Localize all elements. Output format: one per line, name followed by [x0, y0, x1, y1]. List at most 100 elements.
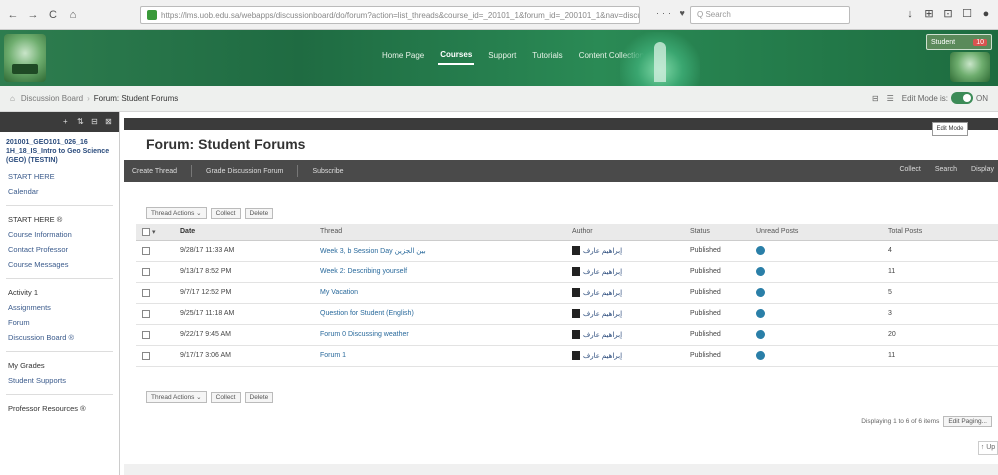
- column-header-date[interactable]: Date: [174, 224, 314, 241]
- bulk-actions-top: Thread Actions ⌄ Collect Delete: [146, 207, 274, 219]
- column-header-thread[interactable]: Thread: [314, 224, 566, 241]
- collect-bulk-button[interactable]: Collect: [210, 391, 241, 403]
- row-checkbox[interactable]: [142, 288, 150, 297]
- row-checkbox[interactable]: [142, 351, 150, 360]
- column-header-total[interactable]: Total Posts: [882, 224, 998, 241]
- user-menu[interactable]: Student 10: [926, 34, 992, 50]
- new-window-icon[interactable]: ⊠: [105, 118, 113, 126]
- create-thread-button[interactable]: Create Thread: [132, 168, 177, 175]
- table-row: 9/22/17 9:45 AM Forum 0 Discussing weath…: [136, 324, 998, 346]
- forward-icon[interactable]: →: [26, 8, 40, 22]
- course-menu-item[interactable]: Calendar: [0, 184, 119, 199]
- folder-view-icon[interactable]: ⊟: [91, 118, 99, 126]
- column-header-unread[interactable]: Unread Posts: [750, 224, 882, 241]
- unread-icon[interactable]: [756, 330, 765, 339]
- unread-icon[interactable]: [756, 246, 765, 255]
- unread-icon[interactable]: [756, 288, 765, 297]
- university-logo[interactable]: [4, 34, 46, 82]
- thread-link[interactable]: Forum 0 Discussing weather: [320, 331, 409, 338]
- unread-icon[interactable]: [756, 309, 765, 318]
- browser-search-input[interactable]: Q Search: [690, 6, 850, 24]
- row-checkbox[interactable]: [142, 330, 150, 339]
- thread-link[interactable]: My Vacation: [320, 289, 358, 296]
- total-posts: 11: [882, 261, 998, 283]
- course-menu-item[interactable]: My Grades: [0, 358, 119, 373]
- profile-icon[interactable]: ●: [980, 8, 992, 20]
- tab-courses[interactable]: Courses: [438, 46, 475, 65]
- add-menu-item-icon[interactable]: +: [63, 118, 71, 126]
- home-icon[interactable]: ⌂: [66, 8, 80, 22]
- edit-mode-switch[interactable]: [951, 92, 973, 104]
- url-bar[interactable]: https://lms.uob.edu.sa/webapps/discussio…: [140, 6, 640, 24]
- course-menu-item[interactable]: Student Supports: [0, 373, 119, 388]
- browser-toolbar: ← → C ⌂ https://lms.uob.edu.sa/webapps/d…: [0, 0, 998, 30]
- tab-tutorials[interactable]: Tutorials: [530, 47, 564, 64]
- course-menu-item[interactable]: START HERE ®: [0, 212, 119, 227]
- browser-tools: ↓ ⊞ ⊡ ☐ ●: [904, 8, 992, 20]
- unread-cell: [750, 261, 882, 283]
- action-bar-right: Collect Search Display: [899, 166, 994, 173]
- course-menu-item[interactable]: Contact Professor: [0, 242, 119, 257]
- user-icon: [572, 267, 580, 276]
- thread-actions-dropdown[interactable]: Thread Actions ⌄: [146, 207, 207, 219]
- user-icon: [572, 309, 580, 318]
- library-icon[interactable]: ⊞: [923, 8, 935, 20]
- course-menu-item[interactable]: Discussion Board ®: [0, 330, 119, 345]
- search-button[interactable]: Search: [935, 166, 957, 173]
- edit-paging-button[interactable]: Edit Paging...: [943, 416, 992, 427]
- delete-bulk-button[interactable]: Delete: [244, 207, 274, 219]
- course-menu-item[interactable]: Professor Resources ®: [0, 401, 119, 416]
- display-button[interactable]: Display: [971, 166, 994, 173]
- subscribe-button[interactable]: Subscribe: [312, 168, 343, 175]
- row-checkbox[interactable]: [142, 267, 150, 276]
- menu-divider: [6, 351, 113, 352]
- course-menu-item[interactable]: Assignments: [0, 300, 119, 315]
- thread-link[interactable]: Question for Student (English): [320, 310, 414, 317]
- course-menu-item[interactable]: Course Information: [0, 227, 119, 242]
- reorder-icon[interactable]: ⇅: [77, 118, 85, 126]
- unread-icon[interactable]: [756, 351, 765, 360]
- thread-table: ▾ Date Thread Author Status Unread Posts…: [136, 224, 998, 367]
- collect-button[interactable]: Collect: [899, 166, 920, 173]
- scroll-up-button[interactable]: ↑ Up: [978, 441, 998, 455]
- author-name: إبراهيم عارف: [583, 247, 623, 255]
- course-menu-item[interactable]: Course Messages: [0, 257, 119, 272]
- course-menu-item[interactable]: START HERE: [0, 169, 119, 184]
- course-menu-item[interactable]: Forum: [0, 315, 119, 330]
- course-menu-item[interactable]: Activity 1: [0, 285, 119, 300]
- tab-home-page[interactable]: Home Page: [380, 47, 426, 64]
- thread-link[interactable]: Forum 1: [320, 352, 346, 359]
- breadcrumb-parent[interactable]: Discussion Board: [21, 94, 83, 103]
- thread-actions-dropdown[interactable]: Thread Actions ⌄: [146, 391, 207, 403]
- collect-bulk-button[interactable]: Collect: [210, 207, 241, 219]
- row-checkbox[interactable]: [142, 309, 150, 318]
- menu-icon[interactable]: ☰: [887, 94, 894, 103]
- user-icon: [572, 246, 580, 255]
- thread-link[interactable]: Week 3, b Session Day بين الجزين: [320, 248, 426, 255]
- delete-bulk-button[interactable]: Delete: [244, 391, 274, 403]
- collapse-icon[interactable]: ⊟: [872, 94, 879, 103]
- edit-mode-button[interactable]: Edit Mode: [932, 122, 968, 136]
- column-header-author[interactable]: Author: [566, 224, 684, 241]
- thread-cell: Week 2: Describing yourself: [314, 261, 566, 283]
- back-icon[interactable]: ←: [6, 8, 20, 22]
- download-icon[interactable]: ↓: [904, 8, 916, 20]
- action-separator: [297, 165, 299, 177]
- course-title[interactable]: 201001_GEO101_026_16 1H_18_IS_Intro to G…: [0, 132, 119, 169]
- sidebar-icon[interactable]: ⊡: [942, 8, 954, 20]
- extension-icon[interactable]: ☐: [961, 8, 973, 20]
- select-all-checkbox[interactable]: [142, 227, 150, 236]
- unread-icon[interactable]: [756, 267, 765, 276]
- select-all-header[interactable]: ▾: [136, 224, 174, 241]
- row-checkbox[interactable]: [142, 246, 150, 255]
- tab-support[interactable]: Support: [486, 47, 518, 64]
- grade-forum-button[interactable]: Grade Discussion Forum: [206, 168, 283, 175]
- edit-mode-toggle[interactable]: Edit Mode is: ON: [902, 92, 988, 104]
- column-header-status[interactable]: Status: [684, 224, 750, 241]
- thread-status: Published: [684, 303, 750, 325]
- total-posts: 20: [882, 324, 998, 346]
- sort-icon[interactable]: ▾: [152, 229, 156, 236]
- breadcrumb-home-icon[interactable]: ⌂: [10, 94, 15, 103]
- reload-icon[interactable]: C: [46, 8, 60, 22]
- thread-link[interactable]: Week 2: Describing yourself: [320, 268, 407, 275]
